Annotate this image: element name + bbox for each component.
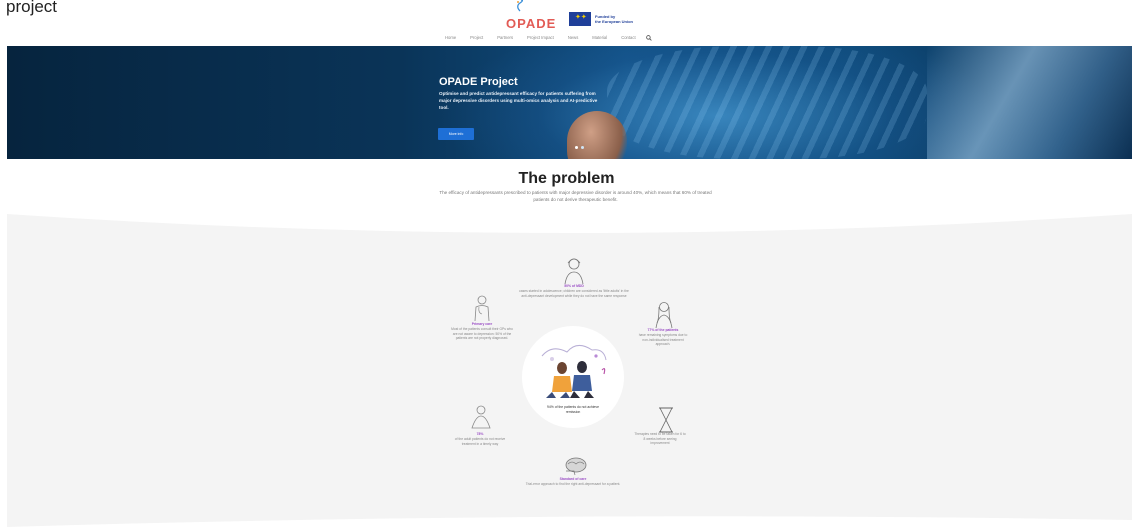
problem-description: The efficacy of antidepressants prescrib…	[439, 190, 712, 202]
problem-item-primary-care: Primary care Most of the patients consul…	[451, 322, 513, 341]
nav-item-news[interactable]: News	[568, 35, 578, 43]
more-info-button[interactable]: More info	[438, 128, 474, 140]
problem-item-mdd: 50% of MDD cases started in adolescence;…	[518, 284, 630, 298]
center-circle-text: 94% of the patients do not achieve remis…	[546, 405, 600, 414]
tab-title: project	[6, 0, 58, 16]
item-text: cases started in adolescence; children a…	[519, 289, 629, 298]
nav-item-partners[interactable]: Partners	[497, 35, 513, 43]
slider-dots	[575, 146, 584, 149]
problem-item-adult-treatment: 78% of the adult patients do not receive…	[451, 432, 509, 446]
eu-line-2: the European Union	[595, 19, 633, 24]
doctor-icon	[474, 295, 490, 322]
slide-dot-2[interactable]	[581, 146, 584, 149]
main-nav: Home Project Partners Project Impact New…	[445, 35, 666, 43]
nav-item-home[interactable]: Home	[445, 35, 456, 43]
site-header: project OPADE ✦✦ Funded by the European …	[0, 0, 1133, 46]
eu-funding-badge: ✦✦ Funded by the European Union	[569, 12, 633, 26]
sad-person-icon	[471, 405, 491, 429]
problem-title: The problem	[518, 170, 615, 187]
hero-title: OPADE Project	[439, 76, 518, 88]
nav-item-project-impact[interactable]: Project Impact	[527, 35, 554, 43]
problem-item-standard-of-care: Standard of care Trial-error approach to…	[523, 477, 623, 487]
eu-flag-icon: ✦✦	[569, 12, 591, 26]
nav-item-project[interactable]: Project	[470, 35, 483, 43]
hero-banner: OPADE Project Optimise and predict antid…	[7, 46, 1132, 159]
slide-dot-1[interactable]	[575, 146, 578, 149]
problem-item-therapy-duration: Therapies need to be taken for 6 to 8 we…	[634, 432, 686, 446]
logo-mark-icon	[517, 0, 524, 12]
opade-logo[interactable]: OPADE	[506, 0, 557, 31]
hero-intestine-illustration	[607, 46, 927, 159]
item-text: have remaining symptoms due to non-indiv…	[638, 333, 688, 347]
item-text: Therapies need to be taken for 6 to 8 we…	[634, 432, 686, 446]
eu-funding-text: Funded by the European Union	[595, 14, 633, 24]
problem-item-remaining-symptoms: 77% of the patients have remaining sympt…	[635, 328, 691, 347]
nav-item-contact[interactable]: Contact	[621, 35, 635, 43]
hero-subtitle: Optimise and predict antidepressant effi…	[439, 91, 598, 110]
item-text: Trial-error approach to find the right a…	[525, 482, 621, 486]
adolescent-girl-icon	[564, 258, 584, 285]
search-icon[interactable]	[645, 35, 652, 43]
woman-patient-icon	[655, 302, 673, 329]
hero-robot-hand	[927, 46, 1132, 159]
item-text: Most of the patients consult their GPs w…	[451, 327, 513, 341]
logo-text: OPADE	[506, 16, 557, 31]
hourglass-icon	[659, 407, 673, 433]
nav-item-material[interactable]: Material	[592, 35, 607, 43]
item-text: of the adult patients do not receive tre…	[454, 437, 506, 446]
